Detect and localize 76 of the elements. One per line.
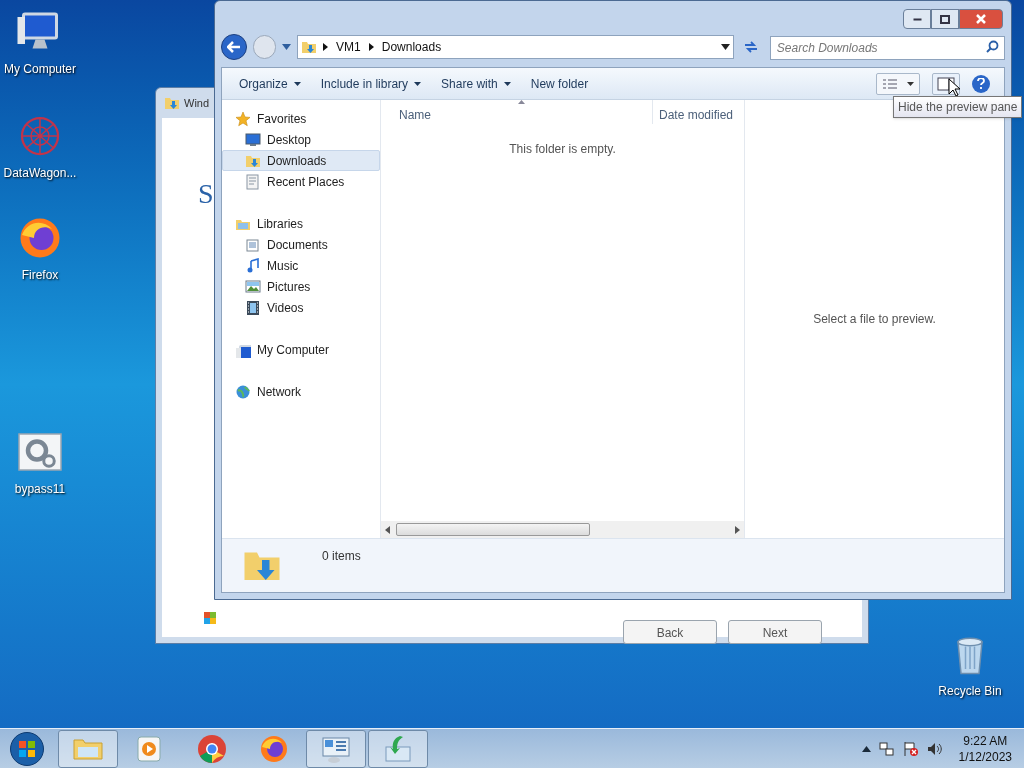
caret-icon xyxy=(907,81,915,86)
document-icon xyxy=(245,173,261,190)
nav-item[interactable]: My Computer xyxy=(222,339,380,360)
list-view-icon xyxy=(881,77,898,90)
icon-label[interactable]: Recycle Bin xyxy=(938,682,1002,700)
empty-message: This folder is empty. xyxy=(509,141,616,158)
horizontal-scrollbar[interactable] xyxy=(381,521,744,538)
globe-icon xyxy=(235,383,251,400)
back-button[interactable] xyxy=(221,34,247,60)
address-bar[interactable]: VM1 Downloads xyxy=(297,35,735,59)
search-field[interactable]: Search Downloads xyxy=(769,36,1005,60)
chrome-icon xyxy=(196,732,228,765)
icon-label[interactable]: Firefox xyxy=(21,266,59,284)
tooltip: Hide the preview pane xyxy=(893,96,1023,118)
nav-item[interactable]: Favorites xyxy=(222,108,380,129)
windows-logo-icon xyxy=(204,612,216,624)
breadcrumb-item[interactable]: VM1 xyxy=(334,38,363,56)
music-note-icon xyxy=(245,257,261,274)
taskbar-button[interactable] xyxy=(306,729,366,768)
column-header[interactable]: Date modified xyxy=(653,100,744,124)
nav-item[interactable]: Desktop xyxy=(222,129,380,150)
nav-item[interactable]: Documents xyxy=(222,234,380,255)
film-icon xyxy=(245,299,261,316)
picture-icon xyxy=(245,278,261,295)
help-button[interactable] xyxy=(972,74,990,93)
back-arrow-icon xyxy=(226,41,241,53)
show-hidden-icons-icon[interactable] xyxy=(861,745,871,752)
mouse-cursor-icon xyxy=(948,78,960,97)
search-icon xyxy=(986,40,999,53)
document-icon xyxy=(245,236,261,253)
icon-label[interactable]: DataWagon... xyxy=(3,164,77,182)
breadcrumb-item[interactable]: Downloads xyxy=(379,38,444,56)
taskbar-button[interactable] xyxy=(58,729,118,768)
nav-item[interactable]: Music xyxy=(222,255,380,276)
dropdown-caret-icon[interactable] xyxy=(721,44,731,50)
view-options-button[interactable] xyxy=(876,72,920,95)
nav-item[interactable]: Downloads xyxy=(222,150,380,171)
monitor-icon xyxy=(245,131,261,148)
close-button[interactable] xyxy=(959,9,1003,29)
chevron-icon[interactable] xyxy=(323,43,329,51)
question-mark-icon xyxy=(977,78,985,89)
preview-message: Select a file to preview. xyxy=(813,311,936,328)
nav-item[interactable]: Recent Places xyxy=(222,171,380,192)
window-title: Wind xyxy=(184,95,210,111)
item-count: 0 items xyxy=(322,548,361,565)
back-button[interactable]: Back xyxy=(623,620,717,644)
star-icon xyxy=(235,110,251,127)
nav-item[interactable]: Videos xyxy=(222,297,380,318)
flag-icon[interactable] xyxy=(902,740,919,757)
icon-label[interactable]: My Computer xyxy=(4,60,76,78)
scroll-right-icon xyxy=(735,525,740,534)
taskbar-button[interactable] xyxy=(368,729,428,768)
network-icon[interactable] xyxy=(878,740,895,757)
toolbar-button[interactable]: Organize xyxy=(230,71,310,96)
windows-logo-icon xyxy=(18,739,36,758)
toolbar-button[interactable]: Include in library xyxy=(311,71,431,96)
chevron-icon[interactable] xyxy=(368,43,374,51)
next-button[interactable]: Next xyxy=(728,620,822,644)
toolbar-button[interactable]: New folder xyxy=(521,71,598,96)
minimize-icon xyxy=(912,17,922,21)
clock-date[interactable]: 1/12/2023 xyxy=(958,748,1012,765)
scroll-left-icon xyxy=(385,525,390,534)
clock-time[interactable]: 9:22 AM xyxy=(963,732,1008,749)
download-folder-icon xyxy=(301,39,318,55)
refresh-icon xyxy=(743,40,760,54)
start-button[interactable] xyxy=(10,731,44,766)
heading: S xyxy=(198,180,214,208)
nav-item[interactable]: Pictures xyxy=(222,276,380,297)
nav-item[interactable]: Network xyxy=(222,381,380,402)
history-caret-icon[interactable] xyxy=(282,44,292,50)
sort-arrow-icon xyxy=(518,100,525,104)
maximize-button[interactable] xyxy=(931,9,959,29)
icon-label[interactable]: bypass11 xyxy=(14,480,66,498)
toolbar-button[interactable]: Share with xyxy=(432,71,520,96)
nav-item[interactable]: Libraries xyxy=(222,213,380,234)
scrollbar-thumb[interactable] xyxy=(396,523,590,536)
